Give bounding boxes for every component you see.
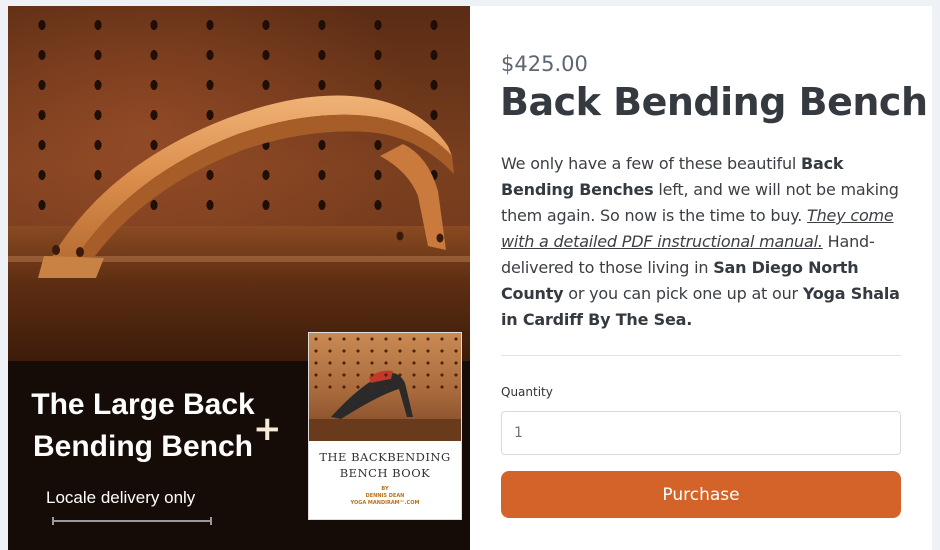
- plus-icon: +: [253, 409, 282, 449]
- product-title: Back Bending Bench: [500, 80, 928, 124]
- book-title: THE BACKBENDING BENCH BOOK: [319, 450, 451, 480]
- bench-illustration: [38, 95, 454, 278]
- book-author: BY DENNIS DEAN YOGA MANDIRAM™.COM: [350, 486, 420, 506]
- section-divider: [501, 355, 901, 356]
- promo-headline-line2: Bending Bench: [32, 430, 253, 463]
- book-cover-photo: [309, 333, 461, 441]
- purchase-button[interactable]: Purchase: [501, 471, 901, 518]
- promo-headline-line1: The Large Back: [31, 388, 255, 421]
- promo-headline: The Large Back Bending Bench: [18, 384, 268, 468]
- book-cover: THE BACKBENDING BENCH BOOK BY DENNIS DEA…: [308, 332, 462, 520]
- quantity-label: Quantity: [501, 385, 553, 399]
- quantity-input[interactable]: [501, 411, 901, 455]
- product-image: The Large Back Bending Bench + Locale de…: [8, 6, 470, 550]
- product-card: $425.00 Back Bending Bench We only have …: [470, 6, 932, 550]
- divider-line: [52, 517, 212, 525]
- product-price: $425.00: [501, 52, 588, 76]
- delivery-note: Locale delivery only: [46, 488, 196, 507]
- product-description: We only have a few of these beautiful Ba…: [501, 154, 900, 329]
